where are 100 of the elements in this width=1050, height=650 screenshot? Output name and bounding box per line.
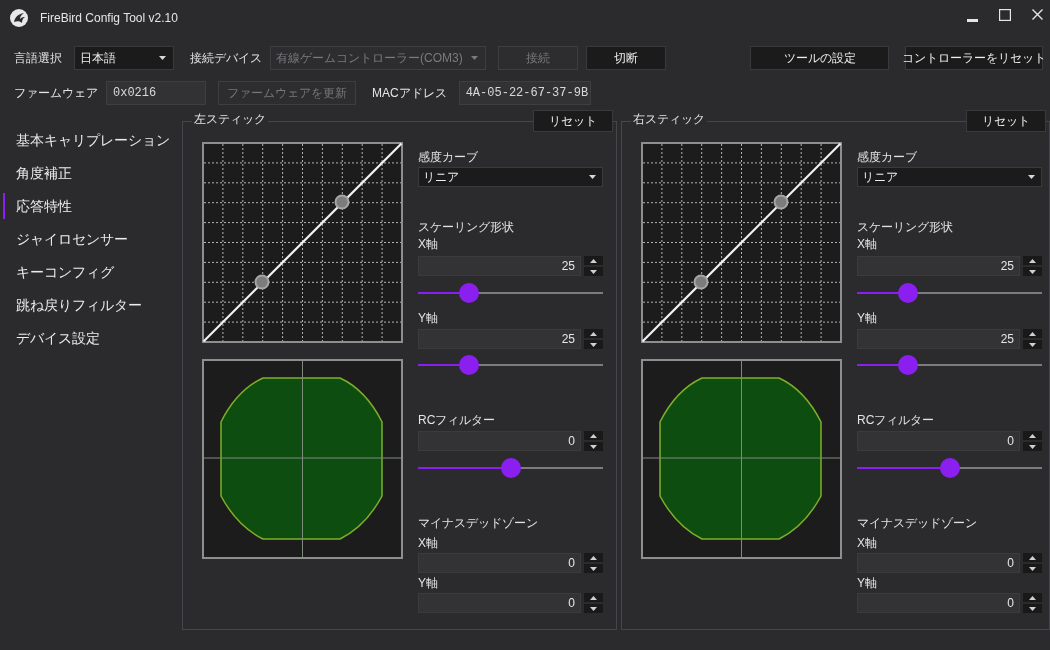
increment-button[interactable] bbox=[584, 593, 603, 602]
reset-button[interactable]: リセット bbox=[533, 110, 613, 132]
up-triangle-icon bbox=[1029, 433, 1036, 438]
number-field[interactable]: 0 bbox=[418, 593, 581, 613]
decrement-button[interactable] bbox=[1023, 340, 1042, 349]
increment-button[interactable] bbox=[584, 329, 603, 338]
language-dropdown[interactable]: 日本語 bbox=[74, 46, 174, 70]
down-triangle-icon bbox=[1029, 269, 1036, 274]
sidebar-item[interactable]: 応答特性 bbox=[3, 193, 182, 219]
sidebar-item[interactable]: キーコンフィグ bbox=[3, 259, 182, 285]
section-label: 感度カーブ bbox=[418, 149, 479, 165]
curve-handle[interactable] bbox=[773, 194, 789, 210]
sidebar-item[interactable]: デバイス設定 bbox=[3, 325, 182, 351]
slider-thumb[interactable] bbox=[500, 458, 521, 478]
down-triangle-icon bbox=[590, 606, 597, 611]
close-icon[interactable] bbox=[1032, 9, 1043, 20]
down-triangle-icon bbox=[1029, 342, 1036, 347]
decrement-button[interactable] bbox=[1023, 442, 1042, 451]
caret-icon bbox=[471, 56, 478, 60]
number-field[interactable]: 25 bbox=[857, 329, 1020, 349]
slider-thumb[interactable] bbox=[898, 283, 919, 303]
section-label: RCフィルター bbox=[418, 412, 497, 428]
increment-button[interactable] bbox=[1023, 256, 1042, 265]
decrement-button[interactable] bbox=[584, 604, 603, 613]
device-label: 接続デバイス bbox=[190, 50, 262, 67]
tool-settings-button[interactable]: ツールの設定 bbox=[750, 46, 889, 70]
number-field[interactable]: 25 bbox=[418, 329, 581, 349]
up-triangle-icon bbox=[1029, 258, 1036, 263]
curve-handle[interactable] bbox=[693, 274, 709, 290]
increment-button[interactable] bbox=[1023, 329, 1042, 338]
sidebar-item[interactable]: 跳ね戻りフィルター bbox=[3, 292, 182, 318]
increment-button[interactable] bbox=[1023, 593, 1042, 602]
caret-icon bbox=[159, 56, 166, 60]
panel-title: 右スティック bbox=[631, 110, 707, 128]
language-label: 言語選択 bbox=[14, 50, 62, 67]
number-field[interactable]: 0 bbox=[857, 553, 1020, 573]
decrement-button[interactable] bbox=[584, 564, 603, 573]
down-triangle-icon bbox=[590, 269, 597, 274]
up-triangle-icon bbox=[1029, 331, 1036, 336]
axis-label: Y軸 bbox=[418, 575, 439, 591]
number-field[interactable]: 0 bbox=[857, 593, 1020, 613]
decrement-button[interactable] bbox=[584, 267, 603, 276]
increment-button[interactable] bbox=[584, 256, 603, 265]
curve-dropdown[interactable]: リニア bbox=[418, 167, 603, 187]
slider-thumb[interactable] bbox=[459, 355, 480, 375]
caret-icon bbox=[1028, 175, 1035, 179]
decrement-button[interactable] bbox=[584, 340, 603, 349]
sidebar-item[interactable]: 角度補正 bbox=[3, 160, 182, 186]
down-triangle-icon bbox=[590, 342, 597, 347]
reset-controller-button[interactable]: コントローラーをリセット bbox=[905, 46, 1043, 70]
up-triangle-icon bbox=[1029, 555, 1036, 560]
number-field[interactable]: 0 bbox=[857, 431, 1020, 451]
decrement-button[interactable] bbox=[584, 442, 603, 451]
maximize-icon[interactable] bbox=[999, 9, 1011, 21]
increment-button[interactable] bbox=[1023, 553, 1042, 562]
sidebar-item[interactable]: ジャイロセンサー bbox=[3, 226, 182, 252]
down-triangle-icon bbox=[1029, 566, 1036, 571]
section-label: RCフィルター bbox=[857, 412, 936, 428]
axis-label: Y軸 bbox=[418, 310, 439, 326]
down-triangle-icon bbox=[590, 444, 597, 449]
number-field[interactable]: 25 bbox=[857, 256, 1020, 276]
decrement-button[interactable] bbox=[1023, 267, 1042, 276]
number-field[interactable]: 0 bbox=[418, 553, 581, 573]
section-label: マイナスデッドゾーン bbox=[418, 515, 539, 531]
up-triangle-icon bbox=[590, 555, 597, 560]
down-triangle-icon bbox=[1029, 444, 1036, 449]
curve-handle[interactable] bbox=[334, 194, 350, 210]
increment-button[interactable] bbox=[1023, 431, 1042, 440]
sidebar-item[interactable]: 基本キャリプレーション bbox=[3, 127, 182, 153]
up-triangle-icon bbox=[590, 595, 597, 600]
slider-thumb[interactable] bbox=[898, 355, 919, 375]
disconnect-button[interactable]: 切断 bbox=[586, 46, 666, 70]
up-triangle-icon bbox=[590, 433, 597, 438]
increment-button[interactable] bbox=[584, 431, 603, 440]
window-title: FireBird Config Tool v2.10 bbox=[40, 10, 178, 27]
down-triangle-icon bbox=[590, 566, 597, 571]
number-field[interactable]: 25 bbox=[418, 256, 581, 276]
number-field[interactable]: 0 bbox=[418, 431, 581, 451]
axis-label: Y軸 bbox=[857, 575, 878, 591]
section-label: スケーリング形状 bbox=[857, 219, 954, 235]
up-triangle-icon bbox=[1029, 595, 1036, 600]
axis-label: X軸 bbox=[857, 236, 878, 252]
decrement-button[interactable] bbox=[1023, 564, 1042, 573]
mac-address-field: 4A-05-22-67-37-9B bbox=[458, 81, 591, 105]
reset-button[interactable]: リセット bbox=[966, 110, 1046, 132]
axis-label: X軸 bbox=[418, 236, 439, 252]
logo-icon bbox=[10, 9, 28, 27]
slider-thumb[interactable] bbox=[459, 283, 480, 303]
decrement-button[interactable] bbox=[1023, 604, 1042, 613]
caret-icon bbox=[589, 175, 596, 179]
section-label: 感度カーブ bbox=[857, 149, 918, 165]
up-triangle-icon bbox=[590, 258, 597, 263]
up-triangle-icon bbox=[590, 331, 597, 336]
increment-button[interactable] bbox=[584, 553, 603, 562]
slider-thumb[interactable] bbox=[939, 458, 960, 478]
axis-label: X軸 bbox=[418, 535, 439, 551]
axis-label: Y軸 bbox=[857, 310, 878, 326]
down-triangle-icon bbox=[1029, 606, 1036, 611]
curve-dropdown[interactable]: リニア bbox=[857, 167, 1042, 187]
curve-handle[interactable] bbox=[254, 274, 270, 290]
